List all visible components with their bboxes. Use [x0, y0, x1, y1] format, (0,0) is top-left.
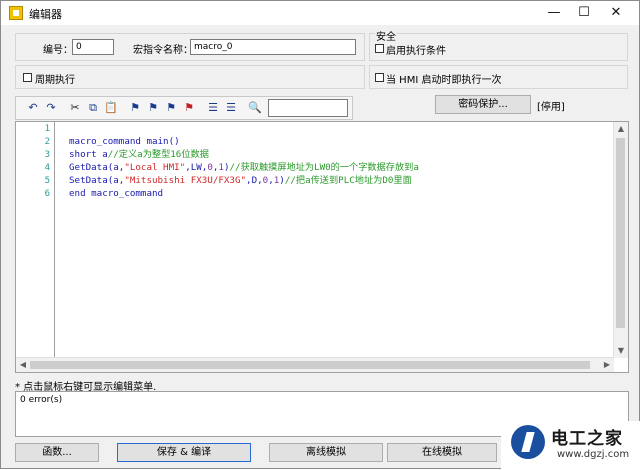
offline-simulation-button[interactable]: 离线模拟: [269, 443, 383, 462]
line-number: 1: [44, 124, 50, 134]
close-button[interactable]: ✕: [593, 1, 639, 25]
line-number: 4: [44, 163, 50, 173]
enable-condition-checkbox[interactable]: [375, 44, 384, 53]
scroll-right-icon[interactable]: ▶: [600, 358, 614, 372]
horizontal-scrollbar[interactable]: ◀ ▶: [16, 357, 614, 372]
code-line: macro_command main(): [69, 136, 180, 147]
bookmark-next-icon[interactable]: ⚑: [164, 101, 178, 115]
line-number: 6: [44, 189, 50, 199]
redo-icon[interactable]: ↷: [44, 101, 58, 115]
periodic-checkbox[interactable]: [23, 73, 32, 82]
password-protect-button[interactable]: 密码保护...: [435, 95, 531, 114]
scroll-left-icon[interactable]: ◀: [16, 358, 30, 372]
copy-icon[interactable]: ⧉: [86, 101, 100, 115]
enable-condition-label: 启用执行条件: [386, 46, 446, 57]
title-bar: 编辑器 — ☐ ✕: [1, 1, 639, 25]
line-number-gutter: 1 2 3 4 5 6: [16, 122, 55, 358]
editor-toolbar: ↶ ↷ ✂ ⧉ 📋 ⚑ ⚑ ⚑ ⚑ ☰ ☰ 🔍: [15, 96, 353, 120]
undo-icon[interactable]: ↶: [26, 101, 40, 115]
line-number: 2: [44, 137, 50, 147]
number-input[interactable]: 0: [72, 39, 114, 55]
cut-icon[interactable]: ✂: [68, 101, 82, 115]
line-number: 5: [44, 176, 50, 186]
vertical-scroll-thumb[interactable]: [616, 138, 625, 328]
run-once-checkbox[interactable]: [375, 73, 384, 82]
scroll-down-icon[interactable]: ▼: [614, 344, 628, 358]
indent-icon[interactable]: ☰: [206, 101, 220, 115]
security-title: 安全: [375, 28, 397, 43]
number-label: 编号：: [43, 45, 73, 56]
app-icon: [9, 6, 23, 20]
outdent-icon[interactable]: ☰: [224, 101, 238, 115]
code-line: GetData(a,"Local HMI",LW,0,1)//获取触摸屏地址为L…: [69, 162, 419, 173]
macro-name-input[interactable]: macro_0: [190, 39, 356, 55]
bookmark-clear-icon[interactable]: ⚑: [182, 101, 196, 115]
macro-name-label: 宏指令名称：: [133, 45, 193, 56]
code-editor[interactable]: 1 2 3 4 5 6 macro_command main() short a…: [15, 121, 629, 373]
watermark-title: 电工之家: [551, 429, 623, 449]
horizontal-scroll-thumb[interactable]: [30, 361, 590, 369]
editor-window: 编辑器 — ☐ ✕ 编号： 0 宏指令名称： macro_0 安全 启用执行条件…: [0, 0, 640, 470]
site-watermark: 电工之家 www.dgzj.com: [501, 421, 640, 470]
window-title: 编辑器: [29, 8, 62, 21]
run-once-label: 当 HMI 启动时即执行一次: [386, 75, 502, 86]
output-text: 0 error(s): [20, 395, 63, 405]
paste-icon[interactable]: 📋: [104, 101, 118, 115]
vertical-scrollbar[interactable]: ▲ ▼: [613, 122, 628, 358]
save-compile-button[interactable]: 保存 & 编译: [117, 443, 251, 462]
find-input[interactable]: [268, 99, 348, 117]
online-simulation-button[interactable]: 在线模拟: [387, 443, 497, 462]
functions-button[interactable]: 函数...: [15, 443, 99, 462]
code-line: short a//定义a为整型16位数据: [69, 149, 209, 160]
line-number: 3: [44, 150, 50, 160]
periodic-label: 周期执行: [35, 75, 75, 86]
bookmark-toggle-icon[interactable]: ⚑: [128, 101, 142, 115]
find-icon[interactable]: 🔍: [248, 101, 262, 115]
password-status: [停用]: [537, 102, 565, 113]
code-line: SetData(a,"Mitsubishi FX3U/FX3G",D,0,1)/…: [69, 175, 412, 186]
watermark-url: www.dgzj.com: [557, 449, 630, 460]
scroll-up-icon[interactable]: ▲: [614, 122, 628, 136]
bookmark-prev-icon[interactable]: ⚑: [146, 101, 160, 115]
code-line: end macro_command: [69, 188, 164, 199]
watermark-logo-icon: [511, 425, 545, 459]
